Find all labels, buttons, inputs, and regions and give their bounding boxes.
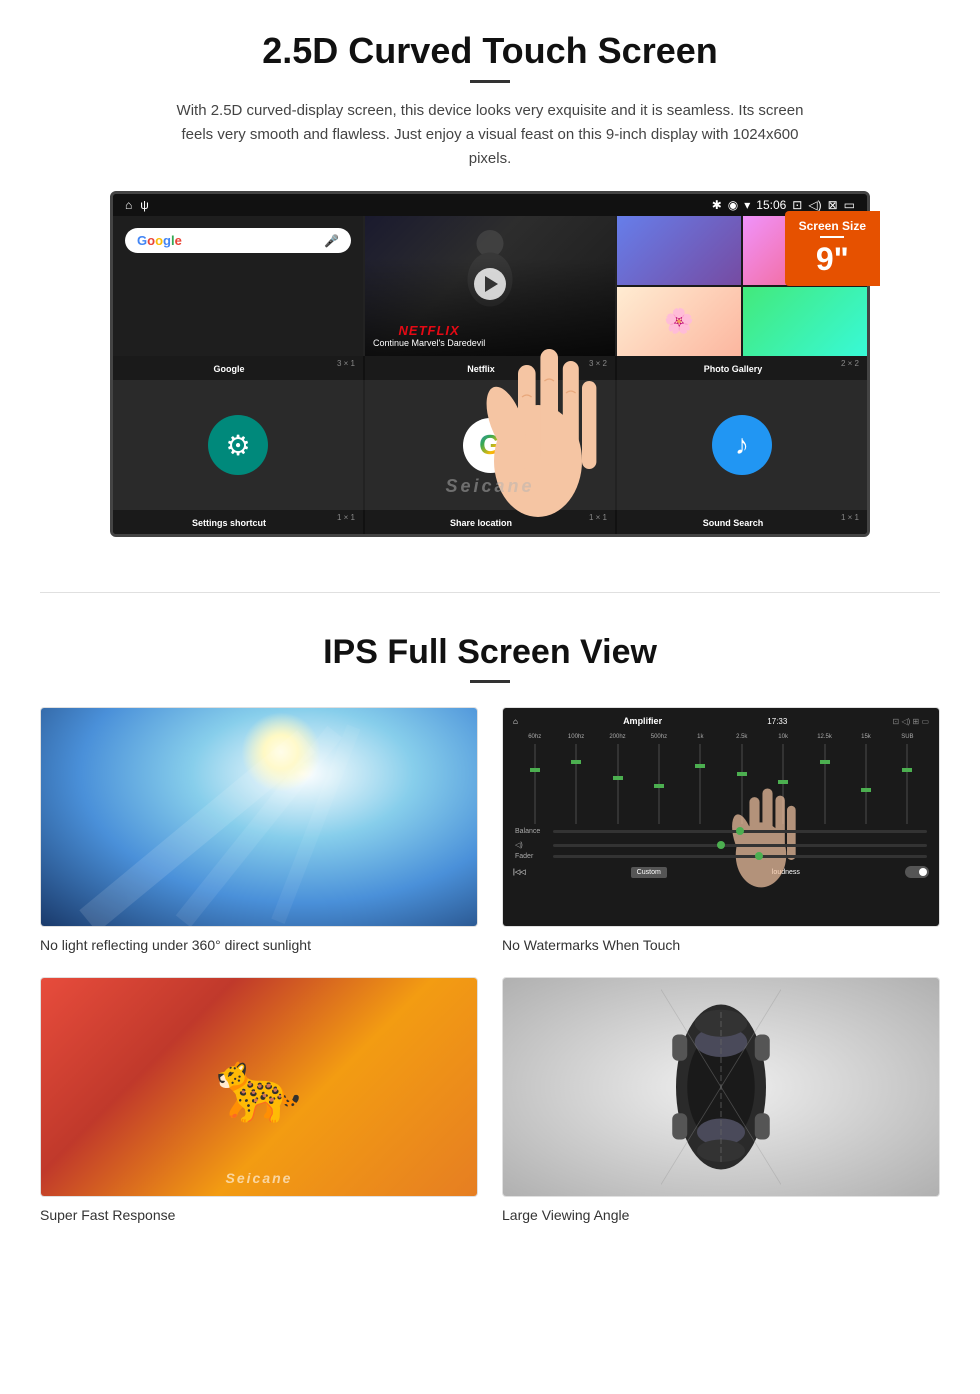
app-labels-row1: Google 3 × 1 Netflix 3 × 2 Photo Gallery…: [113, 356, 867, 380]
section1-description: With 2.5D curved-display screen, this de…: [170, 99, 810, 171]
gallery-photo-4: [743, 287, 867, 356]
title-underline-2: [470, 680, 510, 683]
google-cell[interactable]: Google 🎤: [113, 216, 363, 356]
google-logo: Google: [137, 233, 182, 248]
amp-header: ⌂ Amplifier 17:33 ⊡ ◁) ⊞ ▭: [509, 714, 933, 728]
amp-prev-icon: |◁◁: [513, 868, 526, 876]
feature-grid: No light reflecting under 360° direct su…: [40, 707, 940, 1223]
status-right: ✱ ◉ ▾ 15:06 ⊡ ◁) ⊠ ▭: [712, 198, 855, 212]
netflix-text: NETFLIX Continue Marvel's Daredevil: [373, 323, 485, 348]
label-google: Google 3 × 1: [113, 356, 363, 380]
amp-icons: ⊡ ◁) ⊞ ▭: [893, 717, 929, 726]
app-grid-row1: Google 🎤: [113, 216, 867, 356]
bluetooth-icon: ✱: [712, 198, 722, 212]
section1-title: 2.5D Curved Touch Screen: [60, 30, 920, 72]
netflix-cell[interactable]: NETFLIX Continue Marvel's Daredevil: [365, 216, 615, 356]
maps-cell[interactable]: G: [365, 380, 615, 510]
feature-watermark: ⌂ Amplifier 17:33 ⊡ ◁) ⊞ ▭ 60hz 100hz 20…: [502, 707, 940, 953]
amplifier-bg: ⌂ Amplifier 17:33 ⊡ ◁) ⊞ ▭ 60hz 100hz 20…: [503, 708, 939, 926]
label-share-location: Share location 1 × 1: [365, 510, 615, 534]
app-labels-row2: Settings shortcut 1 × 1 Share location 1…: [113, 510, 867, 534]
section-curved-screen: 2.5D Curved Touch Screen With 2.5D curve…: [0, 0, 980, 562]
status-left: ⌂ ψ: [125, 198, 149, 212]
amp-home-icon: ⌂: [513, 717, 518, 726]
netflix-logo: NETFLIX: [373, 323, 485, 338]
feature-label-cheetah: Super Fast Response: [40, 1207, 478, 1223]
usb-icon: ψ: [140, 198, 149, 212]
feature-label-sunlight: No light reflecting under 360° direct su…: [40, 937, 478, 953]
amp-title: Amplifier: [623, 716, 662, 726]
app-grid-row2: ⚙ G: [113, 380, 867, 510]
screen-size-badge: Screen Size 9": [785, 211, 880, 286]
battery-icon: ⊠: [828, 198, 838, 212]
google-search-bar[interactable]: Google 🎤: [125, 228, 351, 253]
gear-icon: ⚙: [225, 429, 250, 462]
cheetah-bg: 🐆 Seicane: [41, 978, 477, 1196]
mic-icon: 🎤: [324, 234, 339, 248]
gallery-photo-flower: 🌸: [617, 287, 741, 356]
clock: 15:06: [756, 198, 786, 212]
badge-underline: [820, 236, 844, 238]
feature-car: Large Viewing Angle: [502, 977, 940, 1223]
light-streaks: [41, 708, 477, 926]
badge-size: 9": [799, 241, 866, 278]
title-underline-1: [470, 80, 510, 83]
home-icon[interactable]: ⌂: [125, 198, 132, 212]
flower-icon: 🌸: [664, 307, 694, 336]
maps-icon-wrap: G: [463, 418, 518, 473]
badge-label: Screen Size: [799, 219, 866, 233]
label-netflix: Netflix 3 × 2: [365, 356, 615, 380]
label-sound-search: Sound Search 1 × 1: [617, 510, 867, 534]
amp-custom-btn[interactable]: Custom: [631, 867, 667, 878]
amp-eq-labels: 60hz 100hz 200hz 500hz 1k 2.5k 10k 12.5k…: [509, 732, 933, 742]
maps-g-icon: G: [479, 429, 501, 461]
device-screen: ⌂ ψ ✱ ◉ ▾ 15:06 ⊡ ◁) ⊠ ▭: [110, 191, 870, 537]
sunlight-bg: [41, 708, 477, 926]
status-bar: ⌂ ψ ✱ ◉ ▾ 15:06 ⊡ ◁) ⊠ ▭: [113, 194, 867, 216]
settings-cell[interactable]: ⚙: [113, 380, 363, 510]
feature-label-watermark: No Watermarks When Touch: [502, 937, 940, 953]
signal-icon: ▭: [844, 198, 855, 212]
car-top-view-svg: [661, 987, 781, 1187]
feature-cheetah: 🐆 Seicane Super Fast Response: [40, 977, 478, 1223]
camera-icon: ⊡: [792, 198, 802, 212]
car-bg: [503, 978, 939, 1196]
feature-image-watermark: ⌂ Amplifier 17:33 ⊡ ◁) ⊞ ▭ 60hz 100hz 20…: [502, 707, 940, 927]
wifi-icon: ▾: [744, 198, 750, 212]
volume-icon: ◁): [808, 198, 821, 212]
amp-hand: [716, 761, 806, 896]
section-ips-screen: IPS Full Screen View No light reflecting…: [0, 623, 980, 1243]
music-icon-wrap: ♪: [712, 415, 772, 475]
location-icon: ◉: [728, 198, 738, 212]
cheetah-icon: 🐆: [215, 1046, 302, 1128]
label-settings: Settings shortcut 1 × 1: [113, 510, 363, 534]
device-mockup: Screen Size 9" ⌂ ψ ✱ ◉ ▾ 15:06 ⊡ ◁) ⊠: [110, 191, 870, 537]
amp-time: 17:33: [767, 717, 787, 726]
gallery-photo-1: [617, 216, 741, 285]
section2-title: IPS Full Screen View: [40, 633, 940, 672]
netflix-subtitle: Continue Marvel's Daredevil: [373, 338, 485, 348]
sound-search-cell[interactable]: ♪: [617, 380, 867, 510]
play-triangle-icon: [485, 276, 498, 292]
feature-image-cheetah: 🐆 Seicane: [40, 977, 478, 1197]
amp-loudness-toggle[interactable]: [905, 866, 929, 878]
seicane-watermark-cheetah: Seicane: [226, 1170, 293, 1186]
label-gallery: Photo Gallery 2 × 2: [617, 356, 867, 380]
feature-image-sunlight: [40, 707, 478, 927]
play-button[interactable]: [474, 268, 506, 300]
section-divider: [40, 592, 940, 593]
settings-icon-wrap: ⚙: [208, 415, 268, 475]
music-note-icon: ♪: [735, 429, 749, 461]
feature-sunlight: No light reflecting under 360° direct su…: [40, 707, 478, 953]
feature-label-car: Large Viewing Angle: [502, 1207, 940, 1223]
feature-image-car: [502, 977, 940, 1197]
